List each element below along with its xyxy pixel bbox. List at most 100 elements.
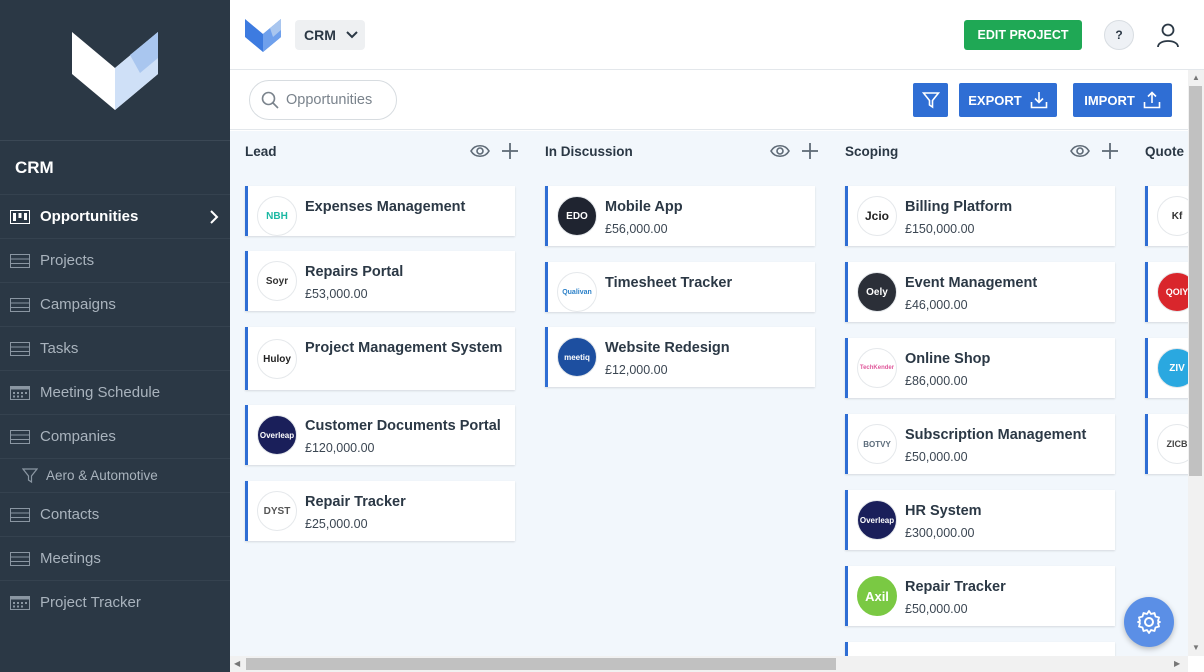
- scroll-left-arrow-icon[interactable]: ◀: [234, 659, 240, 668]
- company-logo: Qualivan: [557, 272, 597, 312]
- column-scoping: Scoping Jcio Billing Platform £150,000.0…: [830, 131, 1118, 656]
- scroll-right-arrow-icon[interactable]: ▶: [1174, 659, 1180, 668]
- user-profile-icon[interactable]: [1156, 22, 1180, 48]
- opportunity-card[interactable]: NBH Expenses Management: [245, 186, 515, 236]
- card-title: Event Management: [905, 275, 1038, 291]
- sidebar-nav: Opportunities Projects Campaigns Tasks M…: [0, 194, 230, 624]
- project-select[interactable]: CRM: [295, 20, 365, 50]
- company-logo: ZIV: [1157, 348, 1188, 388]
- column-title: Quote: [1145, 143, 1184, 159]
- opportunity-card[interactable]: Qualivan Timesheet Tracker: [545, 262, 815, 312]
- card-value: £25,000.00: [305, 517, 368, 531]
- sidebar-item-label: Contacts: [40, 506, 100, 523]
- sidebar-item-campaigns[interactable]: Campaigns: [0, 282, 230, 326]
- opportunity-card[interactable]: [845, 642, 1115, 656]
- export-button[interactable]: EXPORT: [959, 83, 1057, 117]
- column-quote: Quote Kf QOIY ZIV ZICB: [1130, 131, 1188, 474]
- brand-logo-icon[interactable]: [244, 17, 282, 53]
- opportunity-card[interactable]: meetiq Website Redesign £12,000.00: [545, 327, 815, 387]
- sidebar-item-tasks[interactable]: Tasks: [0, 326, 230, 370]
- column-title: Scoping: [845, 143, 899, 159]
- sidebar-item-contacts[interactable]: Contacts: [0, 492, 230, 536]
- filter-button[interactable]: [913, 83, 948, 117]
- sidebar-item-projects[interactable]: Projects: [0, 238, 230, 282]
- opportunity-card[interactable]: Overleap Customer Documents Portal £120,…: [245, 405, 515, 465]
- opportunity-card[interactable]: ZICB: [1145, 414, 1188, 474]
- opportunity-card[interactable]: Overleap HR System £300,000.00: [845, 490, 1115, 550]
- eye-icon[interactable]: [770, 142, 790, 160]
- sidebar-item-meetings[interactable]: Meetings: [0, 536, 230, 580]
- chevron-right-icon: [210, 210, 219, 224]
- board-toolbar: Opportunities EXPORT IMPORT: [230, 70, 1204, 130]
- eye-icon[interactable]: [470, 142, 490, 160]
- eye-icon[interactable]: [1070, 142, 1090, 160]
- gear-icon: [1137, 610, 1161, 634]
- opportunity-card[interactable]: Jcio Billing Platform £150,000.00: [845, 186, 1115, 246]
- plus-icon[interactable]: [501, 142, 519, 160]
- company-logo: QOIY: [1157, 272, 1188, 312]
- sidebar-item-aero-automotive[interactable]: Aero & Automotive: [0, 458, 230, 492]
- sidebar-item-project-tracker[interactable]: Project Tracker: [0, 580, 230, 624]
- card-title: HR System: [905, 503, 982, 519]
- vertical-scrollbar[interactable]: ▲ ▼: [1188, 70, 1204, 656]
- import-button[interactable]: IMPORT: [1073, 83, 1172, 117]
- column-title: Lead: [245, 143, 277, 159]
- company-logo: meetiq: [557, 337, 597, 377]
- project-select-value: CRM: [304, 27, 336, 43]
- sidebar-item-opportunities[interactable]: Opportunities: [0, 194, 230, 238]
- plus-icon[interactable]: [1101, 142, 1119, 160]
- card-title: Timesheet Tracker: [605, 275, 733, 291]
- app-logo-icon[interactable]: [70, 28, 160, 112]
- card-title: Expenses Management: [305, 199, 466, 215]
- sidebar-item-label: Companies: [40, 428, 116, 445]
- import-label: IMPORT: [1084, 92, 1135, 108]
- sidebar-item-meeting-schedule[interactable]: Meeting Schedule: [0, 370, 230, 414]
- card-value: £53,000.00: [305, 287, 368, 301]
- app-title: CRM: [15, 158, 54, 177]
- edit-project-button[interactable]: EDIT PROJECT: [964, 20, 1082, 50]
- sidebar-divider: [0, 140, 230, 141]
- opportunity-card[interactable]: Oely Event Management £46,000.00: [845, 262, 1115, 322]
- opportunity-card[interactable]: EDO Mobile App £56,000.00: [545, 186, 815, 246]
- card-value: £50,000.00: [905, 602, 968, 616]
- column-header: Scoping: [830, 131, 1118, 171]
- opportunity-card[interactable]: Soyr Repairs Portal £53,000.00: [245, 251, 515, 311]
- download-icon: [1030, 92, 1048, 109]
- column-lead: Lead NBH Expenses Management Soyr Repair…: [230, 131, 518, 541]
- scroll-down-arrow-icon[interactable]: ▼: [1192, 643, 1200, 652]
- scrollbar-thumb[interactable]: [1189, 86, 1202, 476]
- plus-icon[interactable]: [801, 142, 819, 160]
- opportunity-card[interactable]: BOTVY Subscription Management £50,000.00: [845, 414, 1115, 474]
- settings-button[interactable]: [1124, 597, 1174, 647]
- column-title: In Discussion: [545, 143, 633, 159]
- company-logo: Overleap: [257, 415, 297, 455]
- search-icon: [261, 91, 279, 109]
- opportunity-card[interactable]: TechKender Online Shop £86,000.00: [845, 338, 1115, 398]
- opportunity-card[interactable]: DYST Repair Tracker £25,000.00: [245, 481, 515, 541]
- opportunity-card[interactable]: Huloy Project Management System: [245, 327, 515, 390]
- opportunity-card[interactable]: Axil Repair Tracker £50,000.00: [845, 566, 1115, 626]
- help-button[interactable]: ?: [1104, 20, 1134, 50]
- company-logo: Huloy: [257, 339, 297, 379]
- card-title: Repair Tracker: [905, 579, 1006, 595]
- card-title: Repair Tracker: [305, 494, 406, 510]
- card-title: Repairs Portal: [305, 264, 404, 280]
- card-value: £120,000.00: [305, 441, 375, 455]
- table-icon: [10, 297, 30, 312]
- scrollbar-thumb[interactable]: [246, 658, 836, 670]
- filter-icon: [921, 92, 940, 109]
- table-icon: [10, 253, 30, 268]
- scroll-up-arrow-icon[interactable]: ▲: [1192, 73, 1200, 82]
- card-value: £86,000.00: [905, 374, 968, 388]
- horizontal-scrollbar[interactable]: ◀ ▶: [230, 656, 1188, 672]
- search-input[interactable]: Opportunities: [249, 80, 397, 120]
- filter-icon: [22, 467, 38, 483]
- sidebar-item-label: Meeting Schedule: [40, 384, 161, 401]
- opportunity-card[interactable]: ZIV: [1145, 338, 1188, 398]
- card-title: Website Redesign: [605, 340, 730, 356]
- opportunity-card[interactable]: Kf: [1145, 186, 1188, 246]
- sidebar-item-companies[interactable]: Companies: [0, 414, 230, 458]
- card-title: Project Management System: [305, 340, 503, 356]
- sidebar-item-label: Aero & Automotive: [46, 468, 158, 483]
- opportunity-card[interactable]: QOIY: [1145, 262, 1188, 322]
